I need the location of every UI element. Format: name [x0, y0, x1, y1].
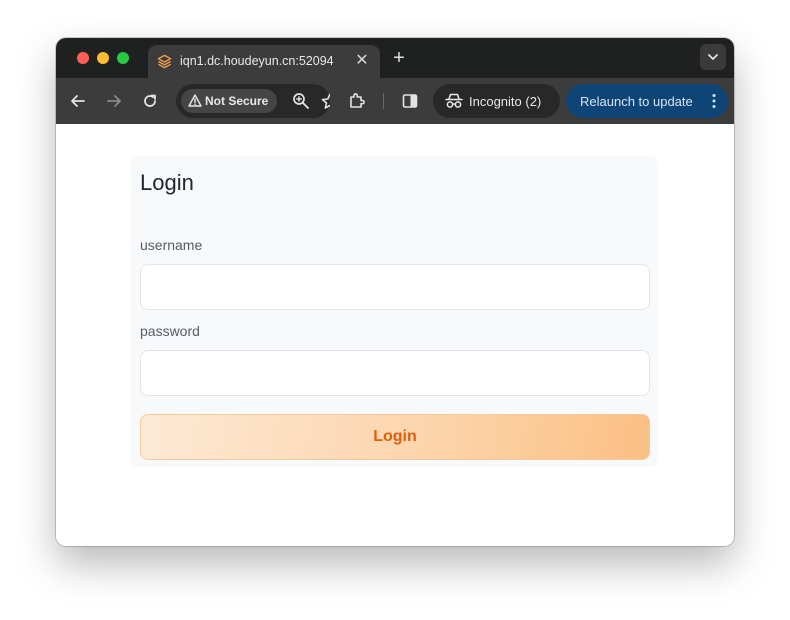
tab-strip: iqn1.dc.houdeyun.cn:52094 ✕ +: [56, 38, 734, 78]
minimize-window-button[interactable]: [97, 52, 109, 64]
login-button[interactable]: Login: [140, 414, 650, 460]
security-chip[interactable]: Not Secure: [181, 89, 277, 113]
incognito-icon: [445, 93, 463, 108]
security-label: Not Secure: [205, 94, 269, 108]
incognito-indicator[interactable]: Incognito (2): [433, 84, 560, 118]
address-bar[interactable]: Not Secure: [176, 84, 330, 118]
warning-icon: [188, 94, 202, 107]
username-label: username: [140, 237, 203, 253]
bookmark-star-icon[interactable]: [321, 92, 330, 110]
browser-tab[interactable]: iqn1.dc.houdeyun.cn:52094 ✕: [148, 45, 380, 78]
toolbar-divider: [383, 93, 384, 109]
tab-search-icon: [708, 54, 718, 60]
tab-title: iqn1.dc.houdeyun.cn:52094: [180, 54, 334, 68]
relaunch-to-update-button[interactable]: Relaunch to update: [566, 84, 728, 118]
extensions-icon[interactable]: [347, 91, 367, 111]
login-card: Login username password Login: [130, 156, 658, 467]
page-title: Login: [140, 170, 194, 195]
favicon-icon: [157, 54, 172, 69]
maximize-window-button[interactable]: [117, 52, 129, 64]
username-input[interactable]: [140, 264, 650, 310]
back-icon[interactable]: [68, 91, 88, 111]
close-window-button[interactable]: [77, 52, 89, 64]
reload-icon[interactable]: [140, 91, 160, 111]
page-content: Login username password Login: [56, 124, 734, 546]
browser-window: iqn1.dc.houdeyun.cn:52094 ✕ + Not Secure…: [56, 38, 734, 546]
new-tab-button[interactable]: +: [388, 47, 410, 69]
forward-icon[interactable]: [104, 91, 124, 111]
incognito-label: Incognito (2): [469, 94, 542, 109]
kebab-menu-icon[interactable]: [712, 93, 716, 109]
browser-toolbar: Not Secure Incognito (2) Relaunch to upd…: [56, 78, 734, 124]
zoom-icon[interactable]: [292, 92, 310, 110]
password-label: password: [140, 323, 200, 339]
tab-search-button[interactable]: [700, 44, 726, 70]
relaunch-label: Relaunch to update: [580, 94, 693, 109]
password-input[interactable]: [140, 350, 650, 396]
side-panel-icon[interactable]: [400, 91, 420, 111]
tab-close-icon[interactable]: ✕: [352, 51, 372, 71]
